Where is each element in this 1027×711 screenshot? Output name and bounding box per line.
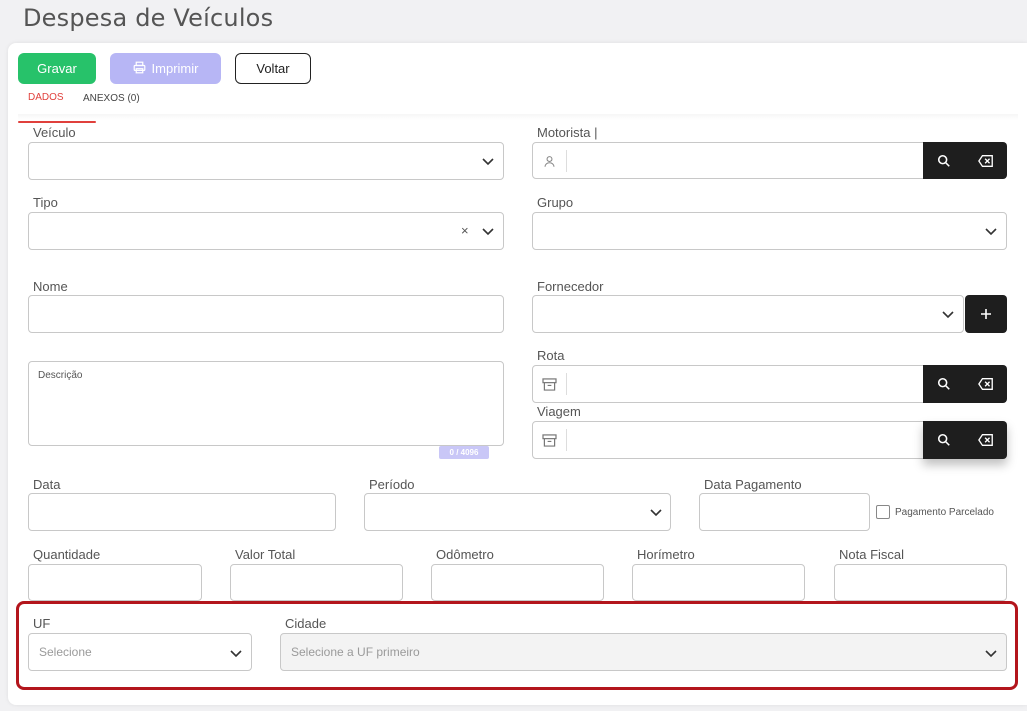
- data-input[interactable]: [28, 493, 336, 531]
- rota-label: Rota: [537, 348, 565, 363]
- horimetro-input[interactable]: [632, 564, 805, 601]
- data-pagamento-label: Data Pagamento: [704, 477, 802, 492]
- chevron-down-icon: [648, 504, 664, 520]
- search-icon[interactable]: [923, 421, 965, 459]
- odometro-label: Odômetro: [436, 547, 494, 562]
- nome-input[interactable]: [28, 295, 504, 333]
- descricao-label: Descrição: [38, 370, 83, 381]
- tabs-divider: [18, 114, 1018, 120]
- viagem-actions: [923, 421, 1007, 459]
- periodo-label: Período: [369, 477, 415, 492]
- chevron-down-icon: [480, 153, 496, 169]
- viagem-input[interactable]: [532, 421, 924, 459]
- clear-x-icon[interactable]: ×: [461, 223, 469, 238]
- chevron-down-icon: [480, 223, 496, 239]
- horimetro-label: Horímetro: [637, 547, 695, 562]
- plus-icon: [965, 295, 1007, 333]
- printer-icon: [133, 61, 146, 77]
- search-icon[interactable]: [923, 142, 965, 179]
- print-button[interactable]: Imprimir: [110, 53, 221, 84]
- chevron-down-icon: [940, 306, 956, 322]
- search-icon[interactable]: [923, 365, 965, 403]
- user-icon: [533, 150, 567, 172]
- veiculo-select[interactable]: [28, 142, 504, 180]
- valor-total-input[interactable]: [230, 564, 403, 601]
- descricao-counter: 0 / 4096: [439, 446, 489, 459]
- nota-fiscal-label: Nota Fiscal: [839, 547, 905, 562]
- tab-anexos[interactable]: ANEXOS (0): [83, 93, 140, 104]
- grupo-label: Grupo: [537, 195, 574, 210]
- backspace-clear-icon[interactable]: [965, 421, 1007, 459]
- motorista-label: Motorista |: [537, 125, 598, 140]
- motorista-input[interactable]: [532, 142, 924, 179]
- pagamento-parcelado-label: Pagamento Parcelado: [895, 507, 994, 518]
- print-button-label: Imprimir: [151, 61, 199, 76]
- rota-input[interactable]: [532, 365, 924, 403]
- tipo-select[interactable]: ×: [28, 212, 504, 250]
- valor-total-label: Valor Total: [235, 547, 296, 562]
- tab-active-indicator: [18, 121, 96, 123]
- archive-box-icon: [533, 429, 567, 451]
- periodo-select[interactable]: [364, 493, 671, 531]
- viagem-label: Viagem: [537, 404, 581, 419]
- quantidade-input[interactable]: [28, 564, 202, 601]
- descricao-textarea[interactable]: Descrição: [28, 361, 504, 446]
- fornecedor-select[interactable]: [532, 295, 964, 333]
- back-button[interactable]: Voltar: [235, 53, 311, 84]
- motorista-actions: [923, 142, 1007, 179]
- backspace-clear-icon[interactable]: [965, 142, 1007, 179]
- chevron-down-icon: [983, 223, 999, 239]
- odometro-input[interactable]: [431, 564, 604, 601]
- fornecedor-label: Fornecedor: [537, 279, 604, 294]
- save-button[interactable]: Gravar: [18, 53, 96, 84]
- rota-actions: [923, 365, 1007, 403]
- tab-dados-label: DADOS: [28, 92, 64, 103]
- veiculo-label: Veículo: [33, 125, 76, 140]
- backspace-clear-icon[interactable]: [965, 365, 1007, 403]
- data-pagamento-input[interactable]: [699, 493, 870, 531]
- grupo-select[interactable]: [532, 212, 1007, 250]
- nota-fiscal-input[interactable]: [834, 564, 1007, 601]
- data-label: Data: [33, 477, 61, 492]
- quantidade-label: Quantidade: [33, 547, 101, 562]
- archive-box-icon: [533, 373, 567, 395]
- add-fornecedor-button[interactable]: [965, 295, 1007, 333]
- highlight-box: [16, 601, 1018, 690]
- pagamento-parcelado-checkbox[interactable]: [876, 505, 890, 519]
- nome-label: Nome: [33, 279, 68, 294]
- page-title: Despesa de Veículos: [23, 4, 274, 32]
- tipo-label: Tipo: [33, 195, 58, 210]
